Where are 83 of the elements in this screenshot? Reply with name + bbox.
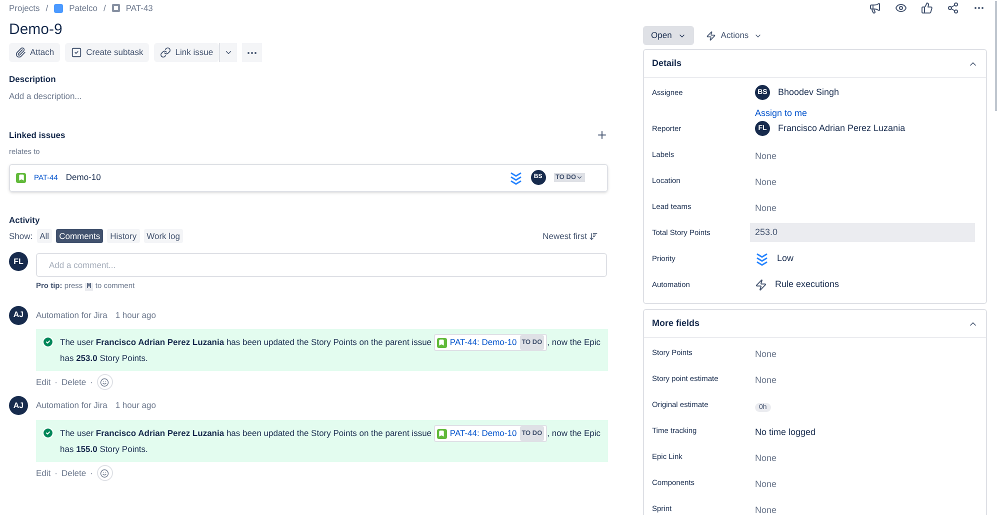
comment-action[interactable]: Edit: [36, 376, 51, 389]
lightning-icon: [706, 30, 716, 40]
field-value: Francisco Adrian Perez Luzania: [778, 122, 906, 135]
add-icon[interactable]: [596, 128, 608, 141]
toolbar-button[interactable]: Link issue: [154, 43, 220, 62]
filter-tab[interactable]: History: [107, 229, 140, 244]
breadcrumb-link[interactable]: Patelco: [69, 2, 98, 14]
issue-summary: Demo-10: [66, 171, 102, 184]
separator-dot: ·: [54, 376, 58, 389]
more-button[interactable]: [242, 43, 262, 62]
link-icon: [160, 47, 172, 58]
avatar: AJ: [9, 396, 28, 416]
priority-low-icon: [508, 170, 523, 184]
separator-dot: ·: [90, 376, 93, 389]
section-heading: Linked issues: [9, 128, 66, 142]
scrollbar[interactable]: [995, 1, 997, 111]
field-value: None: [755, 375, 777, 385]
field-value: None: [755, 151, 777, 161]
field-value: Rule executions: [775, 278, 840, 291]
smiley-icon: [100, 468, 110, 478]
field-value: None: [755, 203, 777, 213]
field-value: None: [755, 479, 777, 489]
toolbar-button[interactable]: Attach: [9, 43, 60, 62]
avatar: FL: [9, 252, 28, 272]
filter-tab[interactable]: Comments: [56, 229, 104, 244]
breadcrumb-link[interactable]: Projects: [9, 2, 40, 14]
status-button[interactable]: Open: [643, 26, 694, 45]
field-value: None: [755, 453, 777, 463]
separator-dot: ·: [90, 466, 93, 480]
comment-author: Automation for Jira: [36, 399, 108, 412]
success-icon: [42, 336, 54, 348]
comment-time: 1 hour ago: [115, 308, 156, 322]
comment-author: Automation for Jira: [36, 308, 108, 322]
actions-button[interactable]: Actions: [706, 29, 762, 42]
separator-dot: ·: [54, 466, 58, 480]
issue-type-icon: [112, 4, 120, 12]
share-icon[interactable]: [947, 2, 959, 14]
breadcrumb-separator: /: [46, 2, 48, 14]
priority-low-icon: [755, 252, 769, 266]
lightning-icon: [755, 278, 767, 290]
filter-tab[interactable]: All: [36, 229, 52, 244]
comment-action[interactable]: Delete: [62, 466, 86, 480]
sort-icon: [589, 232, 598, 241]
reaction-button[interactable]: [96, 465, 113, 481]
story-icon: [436, 428, 447, 438]
description-field[interactable]: Add a description...: [9, 90, 608, 102]
megaphone-icon[interactable]: [869, 2, 881, 14]
watch-icon[interactable]: [895, 2, 907, 14]
reaction-button[interactable]: [96, 374, 113, 390]
success-icon: [42, 427, 54, 439]
comment-time: 1 hour ago: [115, 399, 156, 412]
issue-title: Demo-9: [9, 20, 64, 40]
chevron-down-icon: [224, 48, 234, 57]
field-value: Low: [777, 252, 794, 265]
panel-title: Details: [652, 56, 682, 70]
breadcrumb-link[interactable]: PAT-43: [126, 2, 153, 14]
chevron-down-icon: [576, 174, 583, 181]
show-label: Show:: [9, 230, 33, 243]
breadcrumb-separator: /: [103, 2, 106, 14]
filter-tab[interactable]: Work log: [144, 229, 184, 244]
panel-title: More fields: [652, 316, 700, 330]
story-icon: [16, 172, 26, 182]
comment-input[interactable]: Add a comment...: [36, 253, 607, 278]
field-value: Bhoodev Singh: [778, 86, 840, 99]
comment-action[interactable]: Delete: [62, 376, 86, 389]
field-value: None: [755, 349, 777, 359]
readonly-field: 253.0: [750, 223, 975, 242]
project-icon: [54, 4, 64, 12]
avatar: AJ: [9, 306, 28, 324]
field-value: None: [755, 505, 777, 515]
smiley-icon: [100, 378, 110, 387]
section-heading: Activity: [9, 214, 41, 226]
section-heading: Description: [9, 73, 57, 86]
field-value: None: [755, 177, 777, 187]
assign-to-me-link[interactable]: Assign to me: [755, 106, 808, 121]
comment-action[interactable]: Edit: [36, 466, 51, 480]
checkbox-icon: [71, 47, 82, 58]
field-value: No time logged: [755, 427, 816, 437]
sort-button[interactable]: Newest first: [542, 230, 598, 243]
paperclip-icon: [15, 47, 26, 58]
thumbs-up-icon[interactable]: [921, 2, 933, 14]
toolbar-button[interactable]: Create subtask: [65, 43, 150, 62]
story-icon: [436, 338, 447, 348]
